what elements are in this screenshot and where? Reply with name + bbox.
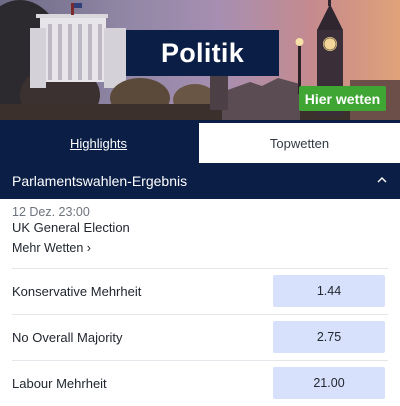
odds-button[interactable]: 21.00 <box>273 367 385 399</box>
event-date: 12 Dez. 23:00 <box>12 205 90 219</box>
market-row: Labour Mehrheit 21.00 <box>0 360 400 406</box>
selection-label: No Overall Majority <box>12 330 123 345</box>
bet-now-button[interactable]: Hier wetten <box>299 86 386 111</box>
row-divider <box>12 360 388 361</box>
event-info: 12 Dez. 23:00 UK General Election Mehr W… <box>12 205 388 255</box>
banner-title-box: Politik <box>126 30 279 76</box>
market-row: Konservative Mehrheit 1.44 <box>0 268 400 314</box>
selection-label: Labour Mehrheit <box>12 376 107 391</box>
chevron-up-icon[interactable] <box>375 173 389 187</box>
row-divider <box>12 268 388 269</box>
section-header-collapsible[interactable]: Parlamentswahlen-Ergebnis <box>0 163 400 199</box>
odds-button[interactable]: 1.44 <box>273 275 385 307</box>
section-title: Parlamentswahlen-Ergebnis <box>12 173 188 189</box>
selection-label: Konservative Mehrheit <box>12 284 142 299</box>
tab-bar: Highlights Topwetten <box>0 120 400 163</box>
market-row: No Overall Majority 2.75 <box>0 314 400 360</box>
row-divider <box>12 314 388 315</box>
promo-banner: Politik Hier wetten <box>0 0 400 120</box>
more-bets-link[interactable]: Mehr Wetten › <box>12 241 91 255</box>
event-name: UK General Election <box>12 220 130 235</box>
tab-highlights-label: Highlights <box>69 135 128 151</box>
tab-topwetten[interactable]: Topwetten <box>199 123 400 163</box>
banner-title: Politik <box>160 37 245 68</box>
odds-button[interactable]: 2.75 <box>273 321 385 353</box>
tab-highlights[interactable]: Highlights <box>0 123 197 163</box>
tab-topwetten-label: Topwetten <box>269 135 330 151</box>
